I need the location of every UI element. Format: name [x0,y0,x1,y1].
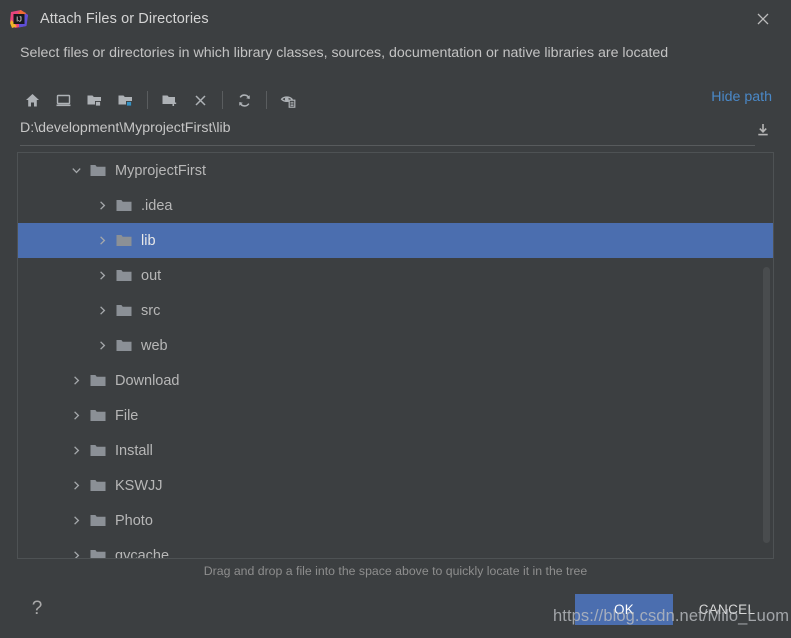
dialog-title: Attach Files or Directories [40,10,209,27]
folder-icon [115,198,133,214]
folder-module-icon[interactable] [79,85,110,115]
tree-node-label: Install [115,442,153,459]
chevron-right-icon[interactable] [94,268,110,284]
tree-node-label: web [141,337,168,354]
chevron-right-icon[interactable] [68,478,84,494]
tree-node-photo[interactable]: Photo [18,503,773,538]
desktop-icon[interactable] [48,85,79,115]
svg-text:IJ: IJ [16,14,22,23]
drag-drop-hint: Drag and drop a file into the space abov… [203,564,588,578]
tree-node-label: Download [115,372,180,389]
folder-project-icon[interactable] [110,85,141,115]
chevron-right-icon[interactable] [94,303,110,319]
chevron-down-icon[interactable] [68,163,84,179]
folder-icon [115,303,133,319]
tree-node-src[interactable]: src [18,293,773,328]
tree-vertical-scrollbar[interactable] [763,267,770,543]
tree-node-qycache[interactable]: qycache [18,538,773,559]
cancel-button[interactable]: CANCEL [681,594,773,625]
path-input-value[interactable]: D:\development\MyprojectFirst\lib [20,120,231,136]
folder-icon [115,338,133,354]
tree-node-install[interactable]: Install [18,433,773,468]
tree-node-kswjj[interactable]: KSWJJ [18,468,773,503]
home-icon[interactable] [17,85,48,115]
dialog-titlebar: IJ Attach Files or Directories [0,0,791,37]
tree-node-label: MyprojectFirst [115,162,207,179]
chevron-right-icon[interactable] [94,233,110,249]
tree-node-out[interactable]: out [18,258,773,293]
chevron-right-icon[interactable] [68,513,84,529]
chevron-right-icon[interactable] [68,548,84,558]
tree-node-label: out [141,267,162,284]
folder-icon [89,443,107,459]
toolbar-separator [147,91,148,109]
tree-node--idea[interactable]: .idea [18,188,773,223]
chevron-right-icon[interactable] [94,338,110,354]
folder-icon [89,163,107,179]
chevron-right-icon[interactable] [68,408,84,424]
folder-icon [89,373,107,389]
x-delete-icon[interactable] [185,85,216,115]
chevron-right-icon[interactable] [94,198,110,214]
chevron-right-icon[interactable] [68,443,84,459]
close-icon[interactable] [749,5,777,33]
folder-icon [89,408,107,424]
toolbar-separator [222,91,223,109]
tree-node-lib[interactable]: lib [18,223,773,258]
tree-node-label: qycache [115,547,170,559]
folder-add-icon[interactable] [154,85,185,115]
tree-node-download[interactable]: Download [18,363,773,398]
hidden-files-icon[interactable] [273,85,304,115]
folder-icon [89,548,107,558]
ok-button[interactable]: OK [575,594,673,625]
file-chooser-toolbar: Hide path [17,84,774,116]
tree-node-label: .idea [141,197,173,214]
tree-node-file[interactable]: File [18,398,773,433]
folder-icon [89,513,107,529]
download-icon[interactable] [752,118,774,142]
directory-tree[interactable]: MyprojectFirst .idea lib out src web Download F… [17,152,774,559]
folder-icon [89,478,107,494]
tree-node-label: KSWJJ [115,477,163,494]
folder-icon [115,268,133,284]
tree-node-label: src [141,302,161,319]
tree-node-label: Photo [115,512,153,529]
chevron-right-icon[interactable] [68,373,84,389]
folder-icon [115,233,133,249]
tree-node-label: File [115,407,139,424]
tree-node-web[interactable]: web [18,328,773,363]
attach-files-dialog: IJ Attach Files or Directories Select fi… [0,0,791,638]
toolbar-separator [266,91,267,109]
intellij-idea-logo-icon: IJ [9,9,29,29]
hide-path-link[interactable]: Hide path [711,89,772,105]
dialog-subtitle: Select files or directories in which lib… [20,45,669,61]
path-field-underline [20,145,755,146]
help-button[interactable]: ? [24,596,50,622]
tree-node-myprojectfirst[interactable]: MyprojectFirst [18,153,773,188]
refresh-icon[interactable] [229,85,260,115]
path-field-row[interactable]: D:\development\MyprojectFirst\lib [20,118,774,146]
tree-node-label: lib [141,232,156,249]
